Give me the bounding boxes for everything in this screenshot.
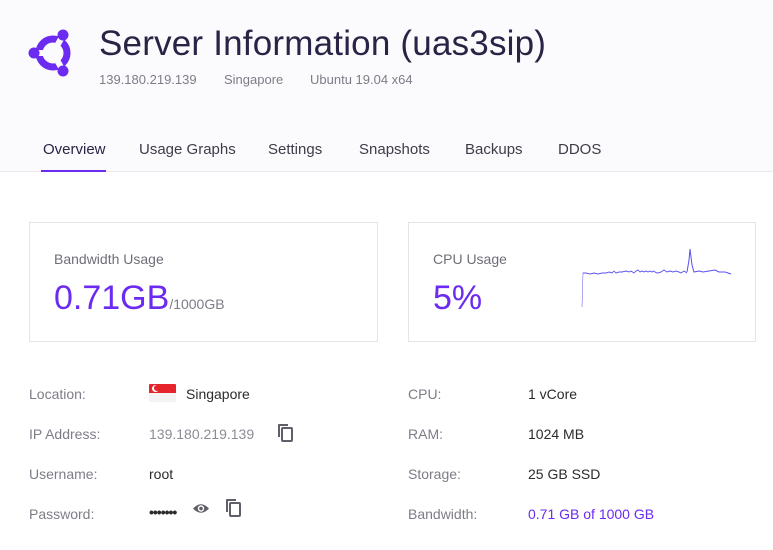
server-location: Singapore — [224, 72, 284, 87]
page-title: Server Information (uas3sip) — [99, 24, 547, 63]
server-os: Ubuntu 19.04 x64 — [310, 72, 413, 87]
tab-usage-graphs[interactable]: Usage Graphs — [139, 141, 236, 158]
password-label: Password: — [29, 506, 95, 522]
bandwidth-label: Bandwidth: — [408, 506, 478, 522]
show-password-eye-icon[interactable] — [192, 502, 210, 515]
storage-label: Storage: — [408, 466, 461, 482]
username-value: root — [149, 466, 174, 482]
cpu-label: CPU: — [408, 386, 442, 402]
location-value: Singapore — [186, 386, 250, 402]
bandwidth-usage-value: 0.71GB/1000GB — [54, 279, 225, 318]
cpu-value: 1 vCore — [528, 386, 578, 402]
bandwidth-used-value: 0.71GB — [54, 279, 170, 317]
copy-ip-icon[interactable] — [276, 423, 294, 443]
username-label: Username: — [29, 466, 98, 482]
tab-backups[interactable]: Backups — [465, 141, 523, 158]
bandwidth-limit-unit: /1000GB — [169, 296, 225, 312]
cpu-usage-sparkline — [581, 248, 732, 308]
bandwidth-usage-label: Bandwidth Usage — [54, 251, 164, 267]
tab-ddos[interactable]: DDOS — [558, 141, 601, 158]
copy-password-icon[interactable] — [224, 498, 242, 518]
tab-settings[interactable]: Settings — [268, 141, 322, 158]
tab-overview[interactable]: Overview — [43, 141, 106, 158]
bandwidth-usage-card: Bandwidth Usage 0.71GB/1000GB — [29, 222, 378, 342]
location-label: Location: — [29, 386, 86, 402]
password-value: ••••••• — [149, 504, 177, 520]
singapore-flag-icon — [149, 384, 176, 402]
ram-label: RAM: — [408, 426, 443, 442]
server-ip: 139.180.219.139 — [99, 72, 197, 87]
cpu-usage-card: CPU Usage 5% — [408, 222, 756, 342]
storage-value: 25 GB SSD — [528, 466, 601, 482]
ubuntu-logo-icon — [28, 29, 75, 77]
ip-address-label: IP Address: — [29, 426, 101, 442]
active-tab-indicator — [41, 170, 106, 172]
ram-value: 1024 MB — [528, 426, 585, 442]
bandwidth-value: 0.71 GB of 1000 GB — [528, 506, 655, 522]
cpu-usage-label: CPU Usage — [433, 251, 507, 267]
cpu-usage-value: 5% — [433, 279, 483, 317]
tab-snapshots[interactable]: Snapshots — [359, 141, 430, 158]
ip-address-value: 139.180.219.139 — [149, 426, 255, 442]
